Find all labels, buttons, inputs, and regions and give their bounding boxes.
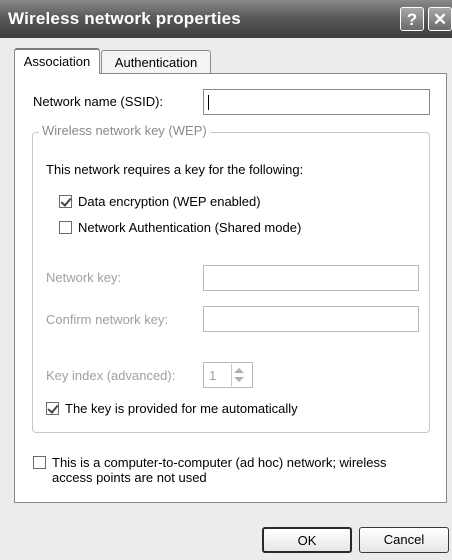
- close-button[interactable]: ✕: [428, 7, 452, 31]
- confirm-key-input[interactable]: [203, 306, 419, 332]
- spinner-buttons[interactable]: [231, 364, 251, 386]
- network-key-input[interactable]: [203, 265, 419, 291]
- dialog-title: Wireless network properties: [8, 9, 241, 28]
- requires-key-text: This network requires a key for the foll…: [46, 162, 304, 177]
- wireless-properties-dialog: Wireless network properties ? ✕ Associat…: [0, 0, 452, 560]
- spin-up-icon[interactable]: [234, 368, 244, 373]
- help-button[interactable]: ?: [400, 7, 424, 31]
- ok-button[interactable]: OK: [262, 527, 352, 553]
- adhoc-label-line2[interactable]: access points are not used: [52, 470, 207, 485]
- key-index-label: Key index (advanced):: [46, 368, 176, 383]
- text-caret: [208, 95, 209, 110]
- adhoc-checkbox[interactable]: [33, 456, 46, 469]
- data-encryption-checkbox[interactable]: [59, 195, 72, 208]
- title-bar: Wireless network properties ? ✕: [0, 0, 452, 38]
- cancel-button[interactable]: Cancel: [359, 527, 449, 553]
- network-auth-label[interactable]: Network Authentication (Shared mode): [78, 220, 301, 235]
- confirm-key-label: Confirm network key:: [46, 312, 169, 327]
- wep-group-title: Wireless network key (WEP): [39, 123, 210, 138]
- spin-down-icon[interactable]: [234, 377, 244, 382]
- tab-association[interactable]: Association: [14, 48, 100, 74]
- ssid-label: Network name (SSID):: [33, 94, 164, 109]
- auto-key-label[interactable]: The key is provided for me automatically: [65, 401, 298, 416]
- network-auth-checkbox[interactable]: [59, 221, 72, 234]
- key-index-spinner[interactable]: 1: [203, 362, 253, 388]
- auto-key-checkbox[interactable]: [46, 402, 59, 415]
- data-encryption-label[interactable]: Data encryption (WEP enabled): [78, 194, 261, 209]
- network-key-label: Network key:: [46, 270, 122, 285]
- adhoc-label-line1[interactable]: This is a computer-to-computer (ad hoc) …: [52, 455, 387, 470]
- tab-authentication[interactable]: Authentication: [101, 50, 211, 74]
- ssid-input[interactable]: [203, 89, 430, 115]
- key-index-value: 1: [209, 368, 217, 383]
